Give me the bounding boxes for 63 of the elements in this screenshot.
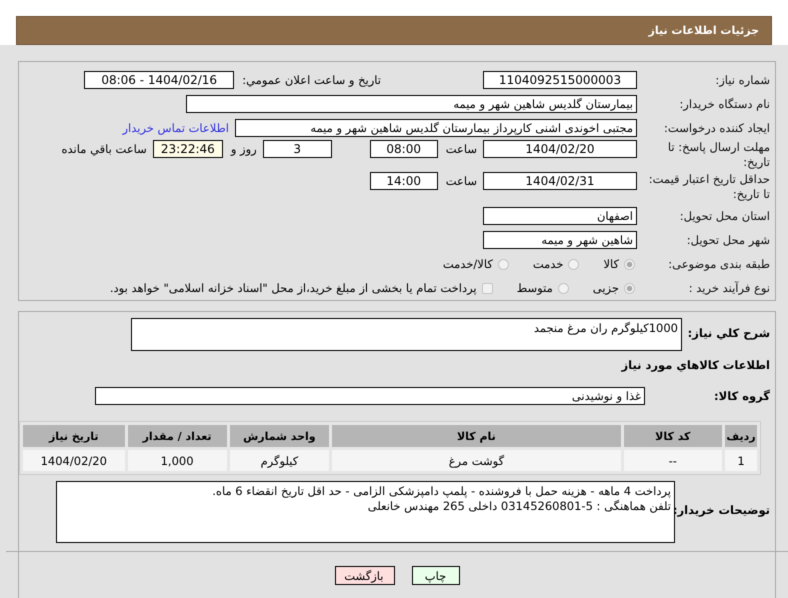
buyer-org-field: بیمارستان گلدیس شاهین شهر و میمه — [186, 95, 637, 113]
table-cell: -- — [624, 450, 722, 471]
checkbox-label: پرداخت تمام یا بخشی از مبلغ خرید،از محل "اسناد خزانه اسلامی" خواهد بود. — [110, 281, 477, 295]
radio-label: جزیی — [592, 281, 619, 295]
radio-label: خدمت — [532, 257, 564, 271]
remaining-time-field: 23:22:46 — [152, 140, 223, 158]
province-field: اصفهان — [483, 207, 637, 225]
time-label: ساعت — [446, 141, 477, 158]
page-title: جزئیات اطلاعات نیاز — [648, 24, 759, 37]
field-label: استان محل تحویل: — [678, 208, 770, 224]
table-cell: 1,000 — [128, 450, 227, 471]
field-label: شرح کلي نیاز: — [686, 325, 770, 340]
section-heading: اطلاعات کالاهاي مورد نیاز — [622, 358, 770, 372]
need-number-field: 1104092515000003 — [483, 71, 637, 89]
announce-date-field: 1404/02/16 - 08:06 — [84, 71, 234, 89]
back-button[interactable]: بازگشت — [334, 566, 394, 585]
checkbox[interactable] — [482, 282, 493, 294]
field-label: شهر محل تحویل: — [686, 232, 770, 248]
table-cell: کیلوگرم — [230, 450, 330, 471]
radio-label: متوسط — [516, 281, 553, 295]
goods-group-field: غذا و نوشیدنی — [95, 387, 645, 405]
field-label: ایجاد کننده درخواست: — [663, 120, 770, 136]
table-cell: 1 — [725, 450, 757, 471]
radio-button[interactable] — [624, 258, 635, 270]
radio-button[interactable] — [498, 258, 509, 270]
radio-label: کالا/خدمت — [442, 257, 493, 271]
column-header: تعداد / مقدار — [128, 425, 227, 447]
radio-button[interactable] — [558, 282, 569, 294]
days-field: 3 — [262, 140, 332, 158]
remaining-label: ساعت باقي مانده — [62, 141, 147, 158]
note-line: پرداخت 4 ماهه - هزینه حمل با فروشنده - پلمپ دامپزشکی الزامی - حد اقل تاریخ انقضاء 6 ماه. — [211, 484, 671, 499]
field-label: حداقل تاریخ اعتبار قیمت: تا تاریخ: — [648, 172, 770, 202]
radio-button[interactable] — [624, 282, 635, 294]
buyer-contact-link[interactable]: اطلاعات تماس خریدار — [122, 121, 229, 135]
field-label: تاریخ و ساعت اعلان عمومي: — [242, 73, 381, 87]
column-header: کد کالا — [624, 425, 722, 447]
requester-field: مجتبی اخوندی اشنی کارپرداز بیمارستان گلدیس شاهین شهر و میمه — [235, 119, 637, 137]
radio-label: کالا — [603, 257, 619, 271]
field-label: توضیحات خریدار: — [673, 502, 770, 517]
field-label: گروه کالا: — [713, 389, 770, 403]
table-cell: 1404/02/20 — [23, 450, 125, 471]
city-field: شاهین شهر و میمه — [483, 231, 637, 249]
column-header: نام کالا — [332, 425, 621, 447]
buyer-notes-textarea[interactable]: پرداخت 4 ماهه - هزینه حمل با فروشنده - پلمپ دامپزشکی الزامی - حد اقل تاریخ انقضاء 6 ماه. تلفن هماهنگی : 5-03145260801 داخلی 265 مهندس خانعلی — [56, 481, 675, 543]
column-header: واحد شمارش — [230, 425, 330, 447]
column-header: ردیف — [725, 425, 757, 447]
field-label: نوع فرآیند خرید : — [688, 280, 770, 296]
field-label: طبقه بندی موضوعی: — [667, 256, 770, 272]
note-line: تلفن هماهنگی : 5-03145260801 داخلی 265 مهندس خانعلی — [366, 499, 671, 514]
days-label: روز و — [230, 141, 257, 158]
deadline-date-field: 1404/02/20 — [483, 140, 637, 158]
description-textarea[interactable]: 1000کیلوگرم ران مرغ منجمد — [131, 318, 682, 351]
column-header: تاریخ نیاز — [23, 425, 125, 447]
print-button[interactable]: چاپ — [412, 566, 460, 585]
validity-time-field: 14:00 — [370, 172, 438, 190]
radio-button[interactable] — [568, 258, 580, 270]
time-label: ساعت — [446, 173, 477, 190]
validity-date-field: 1404/02/31 — [483, 172, 637, 190]
field-label: شماره نیاز: — [714, 72, 770, 88]
deadline-time-field: 08:00 — [370, 140, 438, 158]
field-label: مهلت ارسال پاسخ: تا تاریخ: — [666, 140, 770, 170]
field-label: نام دستگاه خریدار: — [678, 96, 770, 112]
table-cell: گوشت مرغ — [332, 450, 621, 471]
